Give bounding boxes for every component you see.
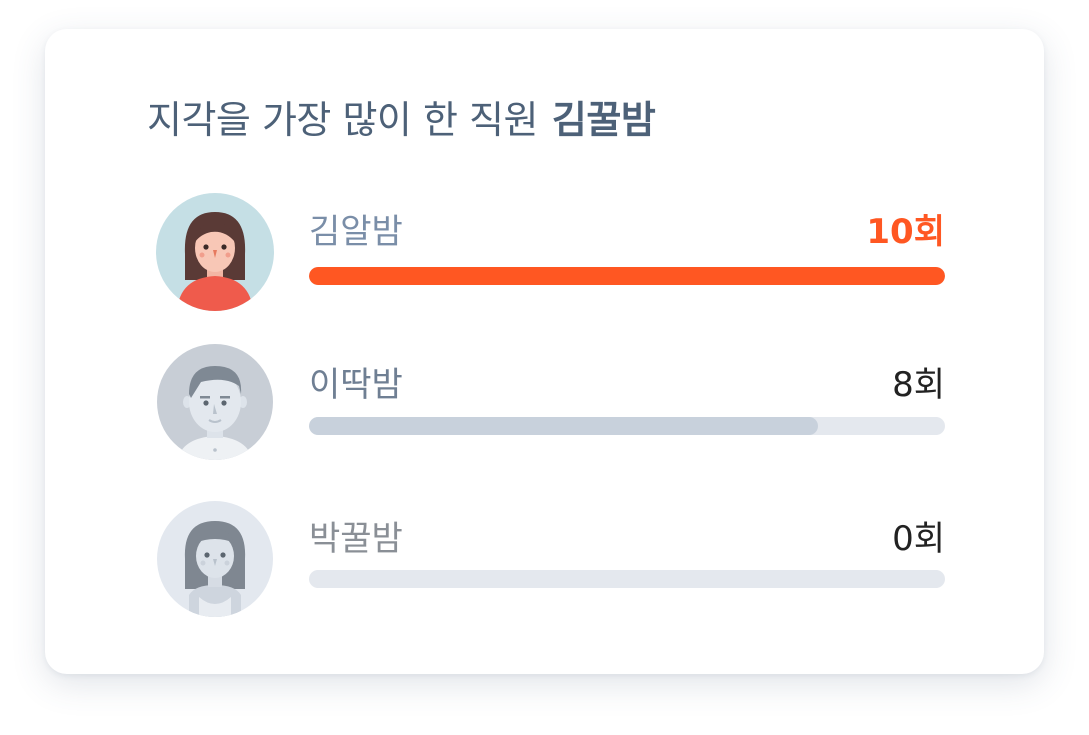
woman-bangs-avatar-icon	[155, 499, 275, 619]
late-ranking-card: 지각을 가장 많이 한 직원 김꿀밤 김알밤 10회 이딱밤 8회 박꿀밤 0회	[45, 29, 1044, 674]
late-count-bar-track	[309, 267, 945, 285]
title-label: 지각을 가장 많이 한 직원	[147, 98, 538, 142]
employee-name: 박꿀밤	[309, 519, 403, 559]
employee-row-3: 박꿀밤 0회	[155, 499, 945, 619]
late-count: 0회	[892, 519, 945, 559]
card-title: 지각을 가장 많이 한 직원 김꿀밤	[147, 89, 656, 144]
man-avatar-icon	[155, 342, 275, 462]
employee-name: 김알밤	[309, 212, 403, 252]
woman-avatar-icon	[155, 192, 275, 312]
late-count-bar-track	[309, 417, 945, 435]
late-count-bar-fill	[309, 417, 818, 435]
late-count-bar-fill	[309, 267, 945, 285]
late-count-bar-track	[309, 570, 945, 588]
employee-name: 이딱밤	[309, 365, 403, 405]
late-count: 10회	[866, 212, 945, 252]
top-employee-name: 김꿀밤	[551, 98, 656, 142]
employee-row-1: 김알밤 10회	[155, 192, 945, 312]
employee-row-2: 이딱밤 8회	[155, 342, 945, 462]
late-count: 8회	[892, 365, 945, 405]
